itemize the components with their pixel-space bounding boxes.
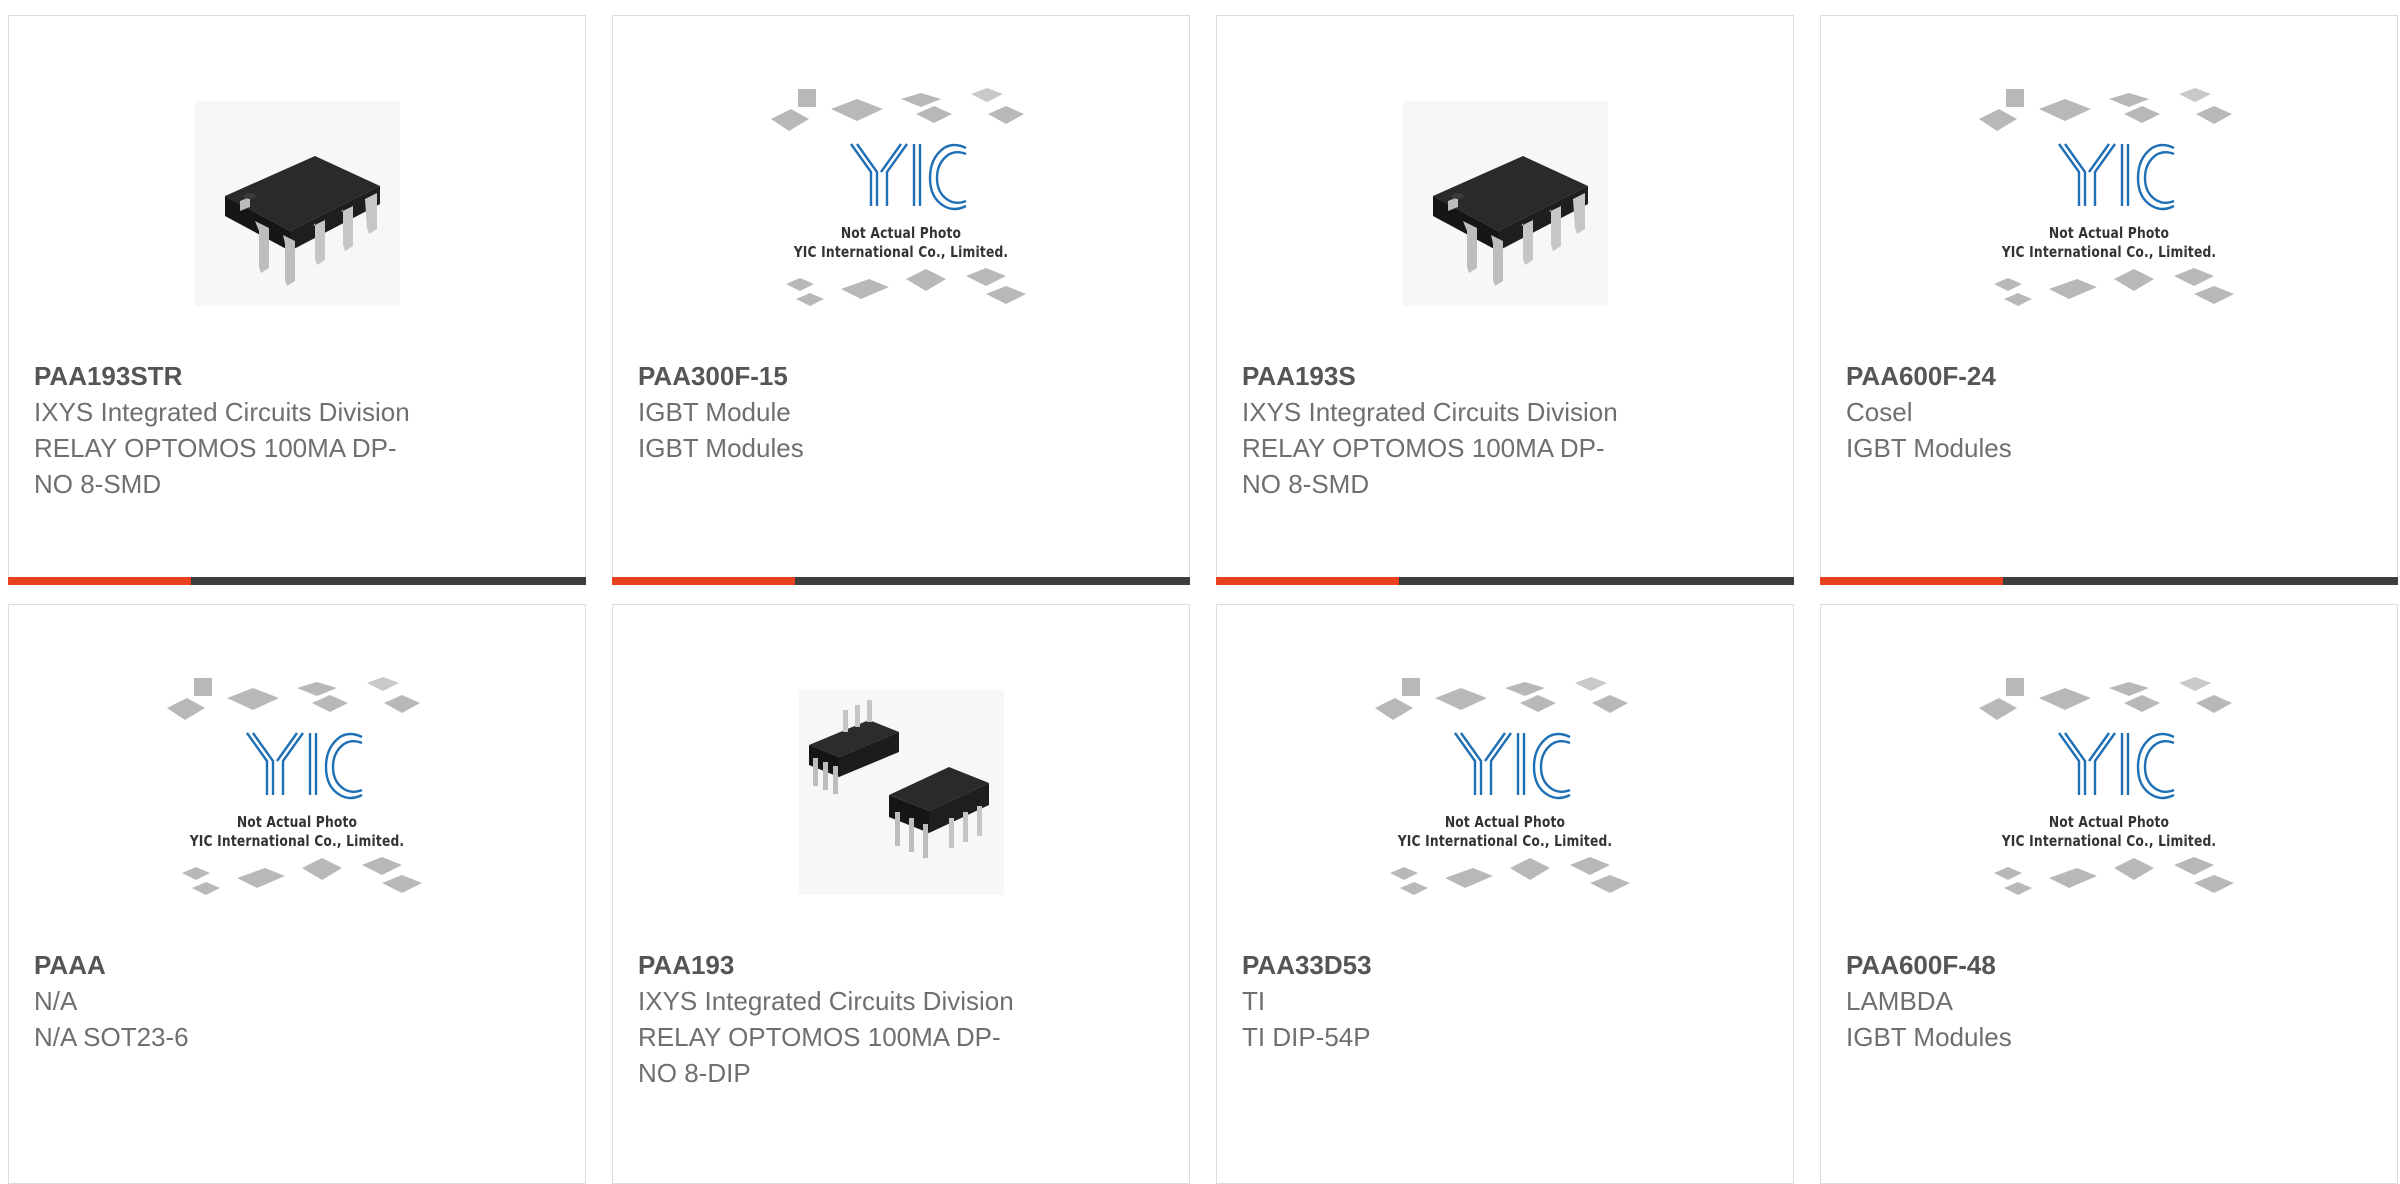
placeholder-image: Not Actual Photo YIC International Co., … [162, 673, 432, 913]
description: IGBT Modules [1846, 1022, 2012, 1052]
placeholder-company: YIC International Co., Limited. [1397, 831, 1613, 850]
manufacturer: IXYS Integrated Circuits Division [34, 397, 410, 427]
product-image[interactable] [613, 645, 1189, 940]
description: IGBT Modules [638, 433, 804, 463]
description: N/A SOT23-6 [34, 1022, 189, 1052]
placeholder-image: Not Actual Photo YIC International Co., … [1370, 673, 1640, 913]
product-card[interactable]: Not Actual Photo YIC International Co., … [1820, 604, 2398, 1184]
smd-chip-image [1402, 101, 1608, 306]
part-number[interactable]: PAA600F-48 [1846, 947, 2266, 983]
placeholder-caption: Not Actual Photo [236, 812, 358, 831]
dip-chip-image [798, 690, 1004, 895]
card-accent-bar [8, 577, 586, 585]
placeholder-image: Not Actual Photo YIC International Co., … [1974, 673, 2244, 913]
manufacturer: LAMBDA [1846, 986, 1953, 1016]
product-image[interactable]: Not Actual Photo YIC International Co., … [1821, 56, 2397, 351]
product-card[interactable]: PAA193STR IXYS Integrated Circuits Divis… [8, 15, 586, 585]
placeholder-image: Not Actual Photo YIC International Co., … [1974, 84, 2244, 324]
placeholder-company: YIC International Co., Limited. [2001, 831, 2217, 850]
product-image[interactable]: Not Actual Photo YIC International Co., … [1821, 645, 2397, 940]
placeholder-caption: Not Actual Photo [2048, 223, 2170, 242]
description: NO 8-DIP [638, 1058, 751, 1088]
part-number[interactable]: PAA300F-15 [638, 358, 1058, 394]
description: RELAY OPTOMOS 100MA DP- [638, 1022, 1001, 1052]
card-accent-bar [612, 577, 1190, 585]
card-accent-bar [1820, 577, 2398, 585]
part-number[interactable]: PAA33D53 [1242, 947, 1662, 983]
product-image[interactable]: Not Actual Photo YIC International Co., … [613, 56, 1189, 351]
part-number[interactable]: PAA193 [638, 947, 1058, 983]
placeholder-image: Not Actual Photo YIC International Co., … [766, 84, 1036, 324]
part-number[interactable]: PAA193STR [34, 358, 454, 394]
description: RELAY OPTOMOS 100MA DP- [1242, 433, 1605, 463]
product-grid: PAA193STR IXYS Integrated Circuits Divis… [0, 0, 2400, 1184]
manufacturer: TI [1242, 986, 1266, 1016]
manufacturer: IGBT Module [638, 397, 791, 427]
product-image[interactable] [1217, 56, 1793, 351]
placeholder-caption: Not Actual Photo [2048, 812, 2170, 831]
placeholder-caption: Not Actual Photo [840, 223, 962, 242]
product-image[interactable]: Not Actual Photo YIC International Co., … [9, 645, 585, 940]
manufacturer: IXYS Integrated Circuits Division [638, 986, 1014, 1016]
placeholder-caption: Not Actual Photo [1444, 812, 1566, 831]
product-image[interactable]: Not Actual Photo YIC International Co., … [1217, 645, 1793, 940]
description: NO 8-SMD [34, 469, 162, 499]
manufacturer: Cosel [1846, 397, 1913, 427]
product-card[interactable]: Not Actual Photo YIC International Co., … [1820, 15, 2398, 585]
smd-chip-image [194, 101, 400, 306]
placeholder-company: YIC International Co., Limited. [2001, 242, 2217, 261]
part-number[interactable]: PAAA [34, 947, 454, 983]
card-accent-bar [1216, 577, 1794, 585]
product-card[interactable]: Not Actual Photo YIC International Co., … [8, 604, 586, 1184]
product-card[interactable]: PAA193 IXYS Integrated Circuits Division… [612, 604, 1190, 1184]
description: IGBT Modules [1846, 433, 2012, 463]
manufacturer: IXYS Integrated Circuits Division [1242, 397, 1618, 427]
manufacturer: N/A [34, 986, 78, 1016]
placeholder-company: YIC International Co., Limited. [189, 831, 405, 850]
description: NO 8-SMD [1242, 469, 1370, 499]
part-number[interactable]: PAA600F-24 [1846, 358, 2266, 394]
description: TI DIP-54P [1242, 1022, 1371, 1052]
product-card[interactable]: Not Actual Photo YIC International Co., … [612, 15, 1190, 585]
part-number[interactable]: PAA193S [1242, 358, 1662, 394]
description: RELAY OPTOMOS 100MA DP- [34, 433, 397, 463]
placeholder-company: YIC International Co., Limited. [793, 242, 1009, 261]
product-image[interactable] [9, 56, 585, 351]
product-card[interactable]: PAA193S IXYS Integrated Circuits Divisio… [1216, 15, 1794, 585]
product-card[interactable]: Not Actual Photo YIC International Co., … [1216, 604, 1794, 1184]
